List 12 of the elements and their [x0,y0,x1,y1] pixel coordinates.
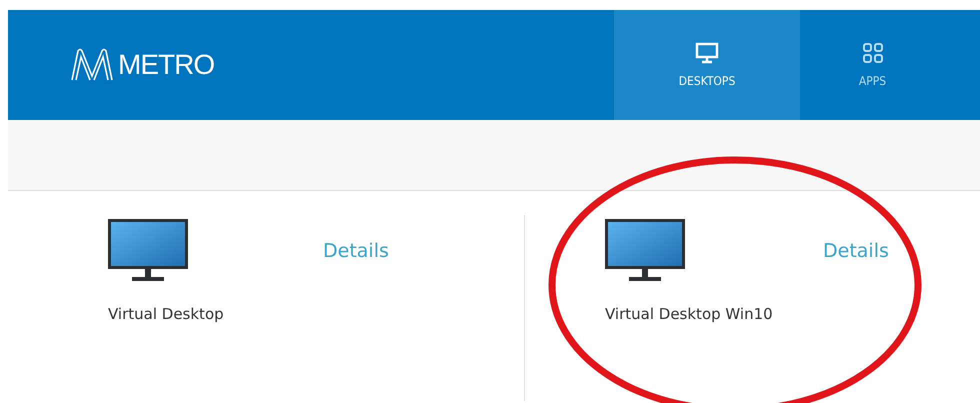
nav-tab[interactable]: APPS [800,10,945,120]
grid-icon [862,42,884,64]
desktop-name: Virtual Desktop Win10 [605,305,774,323]
monitor-icon [695,42,719,64]
monitor-icon [108,219,188,283]
monitor-icon [605,219,685,283]
logo-text: METRO [118,49,214,81]
desktop-name: Virtual Desktop [108,305,225,323]
logo-icon [70,48,114,82]
details-link[interactable]: Details [323,240,389,262]
details-link[interactable]: Details [823,240,889,262]
nav-tab[interactable]: DESKTOPS [614,10,800,120]
